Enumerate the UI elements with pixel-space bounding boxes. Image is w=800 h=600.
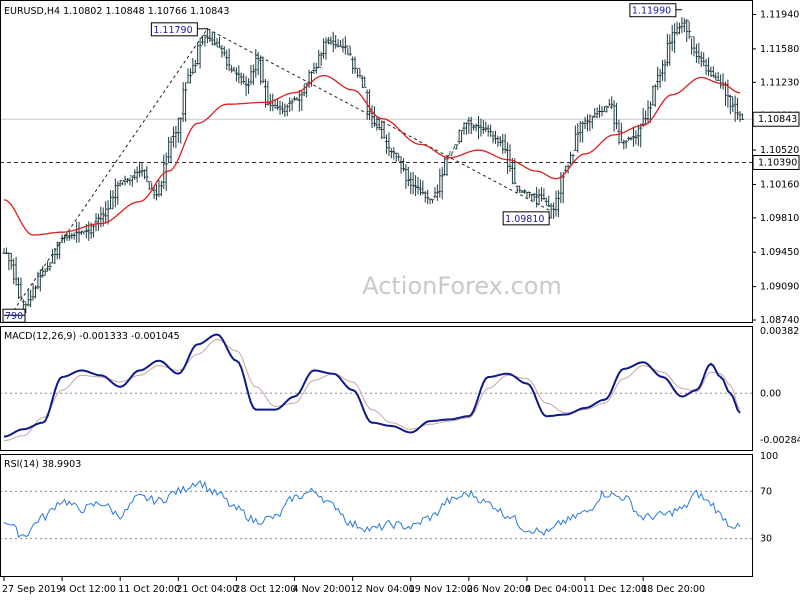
- macd-tick-label: 0.003826: [760, 326, 800, 337]
- time-tick-label: 4 Oct 12:00: [60, 584, 116, 595]
- price-pane-title: EURUSD,H4 1.10802 1.10848 1.10766 1.1084…: [4, 6, 229, 17]
- chart: ActionForex.com EURUSD,H4 1.10802 1.1084…: [0, 0, 800, 595]
- level-label: 1.10390: [758, 157, 797, 168]
- time-tick-label: 19 Nov 12:00: [409, 584, 473, 595]
- price-tick-label: 1.11230: [760, 77, 799, 88]
- price-callout-label: 1.11790: [153, 25, 192, 36]
- time-axis: 27 Sep 20194 Oct 12:00 11 Oct 20:0021 Oct…: [2, 577, 705, 595]
- macd-pane-title: MACD(12,26,9) -0.001333 -0.001045: [4, 331, 180, 342]
- time-tick-label: 11 Dec 12:00: [583, 584, 647, 595]
- price-axis: 1.119401.115801.112301.108801.105201.101…: [752, 10, 800, 545]
- time-tick-label: 12 Nov 04:00: [351, 584, 415, 595]
- price-tick-label: 1.08740: [760, 315, 799, 326]
- price-callout-label: 790: [5, 311, 23, 322]
- time-tick-label: 21 Oct 04:00: [176, 584, 238, 595]
- macd-pane-frame: [0, 326, 753, 451]
- price-tick-label: 1.11940: [760, 10, 799, 21]
- macd-tick-label: -0.002849: [760, 435, 800, 446]
- watermark: ActionForex.com: [362, 272, 562, 300]
- time-tick-label: 4 Dec 04:00: [525, 584, 583, 595]
- current-price-label: 1.10843: [758, 114, 797, 125]
- macd-tick-label: 0.00: [760, 388, 781, 399]
- time-tick-label: 28 Oct 12:00: [234, 584, 296, 595]
- price-tick-label: 1.09090: [760, 282, 799, 293]
- time-tick-label: 18 Dec 20:00: [641, 584, 705, 595]
- macd-signal-line: [3, 338, 741, 442]
- price-tick-label: 1.11580: [760, 44, 799, 55]
- rsi-pane-title: RSI(14) 38.9903: [4, 459, 81, 470]
- price-tick-label: 1.09450: [760, 247, 799, 258]
- price-callout-label: 1.11990: [632, 6, 671, 17]
- moving-average-line: [3, 74, 741, 236]
- rsi-line: [3, 479, 741, 538]
- price-tick-label: 1.10160: [760, 179, 799, 190]
- macd-line: [3, 333, 741, 438]
- rsi-tick-label: 30: [760, 534, 772, 545]
- rsi-tick-label: 70: [760, 486, 772, 497]
- time-tick-label: 27 Sep 2019: [2, 584, 62, 595]
- time-tick-label: 11 Oct 20:00: [118, 584, 180, 595]
- price-tick-label: 1.10520: [760, 145, 799, 156]
- indicator-lines: [3, 74, 741, 538]
- time-tick-label: 26 Nov 20:00: [467, 584, 531, 595]
- price-callout-label: 1.09810: [505, 214, 544, 225]
- price-tick-label: 1.09810: [760, 213, 799, 224]
- time-tick-label: 4 Nov 20:00: [293, 584, 351, 595]
- rsi-tick-label: 100: [760, 451, 778, 462]
